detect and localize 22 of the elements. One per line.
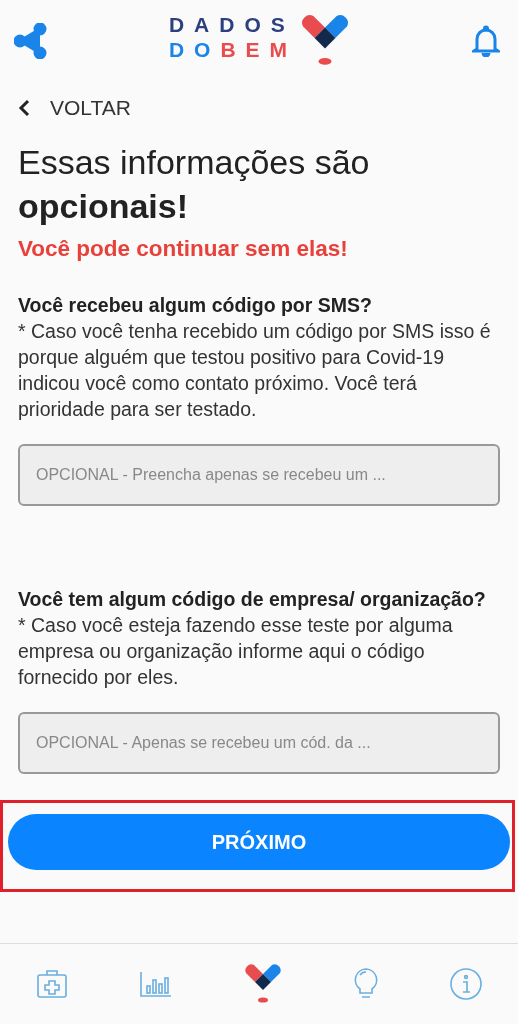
chevron-left-icon bbox=[18, 99, 30, 117]
code-input-field[interactable]: OPCIONAL - Preencha apenas se recebeu um ... bbox=[18, 444, 500, 506]
page-title: Essas informações são bbox=[18, 142, 371, 183]
question-label: Você recebeu algum código por SMS? bbox=[18, 293, 373, 318]
code-input-field[interactable]: OPCIONAL - Apenas se recebeu um cód. da ... bbox=[18, 712, 500, 774]
bar-chart-icon[interactable] bbox=[139, 970, 173, 998]
lightbulb-icon[interactable] bbox=[353, 967, 379, 1001]
share-icon[interactable] bbox=[14, 23, 48, 59]
home-button[interactable] bbox=[243, 962, 283, 1006]
heart-logo-icon bbox=[243, 962, 283, 1006]
next-button[interactable]: PRÓXIMO bbox=[8, 814, 510, 870]
page-title: opcionais! bbox=[18, 186, 190, 227]
question-label: Você tem algum código de empresa/ organização? bbox=[18, 587, 487, 612]
logo-text: DADOS bbox=[168, 12, 296, 38]
back-button[interactable]: VOLTAR bbox=[18, 96, 131, 120]
medical-kit-icon[interactable] bbox=[35, 969, 69, 999]
subtitle: Você pode continuar sem elas! bbox=[18, 236, 349, 262]
logo-text: DO BEM bbox=[168, 37, 298, 63]
bell-icon[interactable] bbox=[472, 25, 500, 57]
question-note: * Caso você esteja fazendo esse teste por alguma empresa ou organização informe aqui o código fornecido por eles. bbox=[18, 613, 454, 690]
question-note: * Caso você tenha recebido um código por SMS isso é porque alguém que testou positivo para Covid-19 indicou você como contato próximo. Você terá prioridade para ser testado. bbox=[18, 319, 492, 422]
info-icon[interactable] bbox=[449, 967, 483, 1001]
